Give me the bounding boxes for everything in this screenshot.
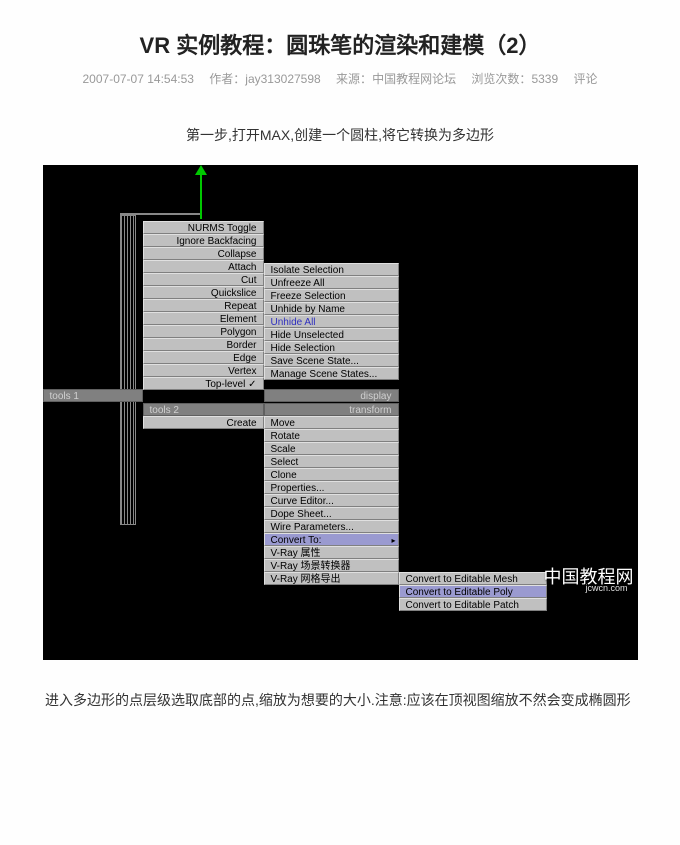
context-menu-transform: transform Move Rotate Scale Select Clone… [264,403,399,585]
transform-header: transform [264,403,399,416]
menu-nurms-toggle[interactable]: NURMS Toggle [143,221,264,234]
meta-views: 浏览次数：5339 [471,72,558,86]
menu-convert-to[interactable]: Convert To: [264,533,399,546]
meta-comments[interactable]: 评论 [573,72,597,86]
menu-create[interactable]: Create [143,416,264,429]
menu-border[interactable]: Border [143,338,264,351]
cylinder-geometry [120,215,136,525]
menu-convert-editable-poly[interactable]: Convert to Editable Poly [399,585,547,598]
menu-unhide-all[interactable]: Unhide All [264,315,399,328]
menu-collapse[interactable]: Collapse [143,247,264,260]
menu-vray-mesh-export[interactable]: V-Ray 网格导出 [264,572,399,585]
menu-ignore-backfacing[interactable]: Ignore Backfacing [143,234,264,247]
menu-hide-selection[interactable]: Hide Selection [264,341,399,354]
menu-manage-scene-states[interactable]: Manage Scene States... [264,367,399,380]
menu-convert-editable-mesh[interactable]: Convert to Editable Mesh [399,572,547,585]
y-axis-arrow-icon [200,167,202,219]
menu-clone[interactable]: Clone [264,468,399,481]
menu-isolate-selection[interactable]: Isolate Selection [264,263,399,276]
meta-source: 来源：中国教程网论坛 [336,72,456,86]
meta-author: 作者：jay313027598 [209,72,320,86]
display-section: display [264,389,399,402]
menu-freeze-selection[interactable]: Freeze Selection [264,289,399,302]
menu-properties[interactable]: Properties... [264,481,399,494]
menu-quickslice[interactable]: Quickslice [143,286,264,299]
menu-rotate[interactable]: Rotate [264,429,399,442]
menu-polygon[interactable]: Polygon [143,325,264,338]
menu-edge[interactable]: Edge [143,351,264,364]
meta-datetime: 2007-07-07 14:54:53 [83,72,194,86]
menu-scale[interactable]: Scale [264,442,399,455]
tools-2-section: tools 2 Create [143,403,264,429]
context-menu-convert: Convert to Editable Mesh Convert to Edit… [399,572,547,611]
tools-1-header: tools 1 [43,389,143,402]
menu-attach[interactable]: Attach [143,260,264,273]
menu-element[interactable]: Element [143,312,264,325]
menu-curve-editor[interactable]: Curve Editor... [264,494,399,507]
menu-vray-scene-converter[interactable]: V-Ray 场景转换器 [264,559,399,572]
tools-1-section: tools 1 [43,389,143,402]
menu-select[interactable]: Select [264,455,399,468]
meta-row: 2007-07-07 14:54:53 作者：jay313027598 来源：中… [0,70,680,87]
max-screenshot: NURMS Toggle Ignore Backfacing Collapse … [43,165,638,660]
menu-hide-unselected[interactable]: Hide Unselected [264,328,399,341]
context-menu-display: Isolate Selection Unfreeze All Freeze Se… [264,263,399,380]
menu-dope-sheet[interactable]: Dope Sheet... [264,507,399,520]
watermark-url: jcwcn.com [585,583,627,593]
display-header: display [264,389,399,402]
tools-2-header: tools 2 [143,403,264,416]
menu-unfreeze-all[interactable]: Unfreeze All [264,276,399,289]
context-menu-edit: NURMS Toggle Ignore Backfacing Collapse … [143,221,264,390]
menu-wire-parameters[interactable]: Wire Parameters... [264,520,399,533]
menu-convert-editable-patch[interactable]: Convert to Editable Patch [399,598,547,611]
menu-vray-properties[interactable]: V-Ray 属性 [264,546,399,559]
menu-top-level[interactable]: Top-level ✓ [143,377,264,390]
step-two-text: 进入多边形的点层级选取底部的点,缩放为想要的大小.注意:应该在顶视图缩放不然会变… [45,688,635,713]
menu-unhide-by-name[interactable]: Unhide by Name [264,302,399,315]
menu-repeat[interactable]: Repeat [143,299,264,312]
step-one-text: 第一步,打开MAX,创建一个圆柱,将它转换为多边形 [0,125,680,145]
page-title: VR 实例教程：圆珠笔的渲染和建模（2） [0,28,680,60]
menu-save-scene-state[interactable]: Save Scene State... [264,354,399,367]
menu-vertex[interactable]: Vertex [143,364,264,377]
menu-cut[interactable]: Cut [143,273,264,286]
menu-move[interactable]: Move [264,416,399,429]
